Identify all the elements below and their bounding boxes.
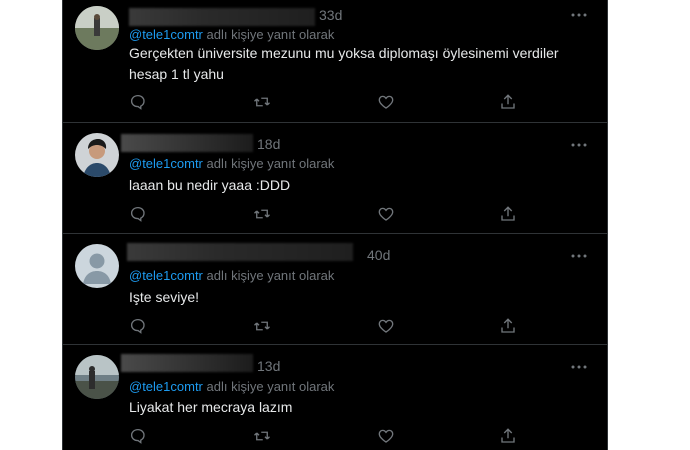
avatar[interactable] xyxy=(75,6,119,50)
share-icon[interactable] xyxy=(499,205,517,223)
reply-suffix: adlı kişiye yanıt olarak xyxy=(202,27,335,42)
tweet-actions xyxy=(129,317,529,337)
tweet-text: laaan bu nedir yaaa :DDD xyxy=(129,177,291,193)
tweet-text: Işte seviye! xyxy=(129,289,200,305)
tweet[interactable]: 33d @tele1comtr adlı kişiye yanıt olarak… xyxy=(63,0,607,123)
tweet-text: Liyakat her mecraya lazım xyxy=(129,399,293,415)
tweet-timestamp[interactable]: 18d xyxy=(257,136,280,152)
reply-handle-link[interactable]: @tele1comtr xyxy=(129,268,203,283)
retweet-icon[interactable] xyxy=(253,205,271,223)
reply-icon[interactable] xyxy=(129,93,147,111)
tweet-timestamp[interactable]: 13d xyxy=(257,358,280,374)
share-icon[interactable] xyxy=(499,93,517,111)
retweet-icon[interactable] xyxy=(253,317,271,335)
reply-handle-link[interactable]: @tele1comtr xyxy=(129,379,203,394)
retweet-icon[interactable] xyxy=(253,93,271,111)
replying-to: @tele1comtr adlı kişiye yanıt olarak xyxy=(129,156,334,171)
avatar[interactable] xyxy=(75,133,119,177)
reply-feed: 33d @tele1comtr adlı kişiye yanıt olarak… xyxy=(62,0,608,450)
tweet[interactable]: 18d @tele1comtr adlı kişiye yanıt olarak… xyxy=(63,123,607,234)
heart-icon[interactable] xyxy=(377,317,395,335)
reply-icon[interactable] xyxy=(129,427,147,445)
retweet-icon[interactable] xyxy=(253,427,271,445)
reply-icon[interactable] xyxy=(129,317,147,335)
more-horizontal-icon[interactable] xyxy=(569,138,589,150)
tweet-actions xyxy=(129,93,529,113)
reply-suffix: adlı kişiye yanıt olarak xyxy=(202,156,335,171)
heart-icon[interactable] xyxy=(377,93,395,111)
share-icon[interactable] xyxy=(499,317,517,335)
reply-handle-link[interactable]: @tele1comtr xyxy=(129,156,203,171)
replying-to: @tele1comtr adlı kişiye yanıt olarak xyxy=(129,268,334,283)
blurred-username[interactable] xyxy=(129,8,315,26)
heart-icon[interactable] xyxy=(377,205,395,223)
tweet[interactable]: 13d @tele1comtr adlı kişiye yanıt olarak… xyxy=(63,345,607,450)
blurred-username[interactable] xyxy=(121,134,253,152)
replying-to: @tele1comtr adlı kişiye yanıt olarak xyxy=(129,379,334,394)
reply-suffix: adlı kişiye yanıt olarak xyxy=(202,268,335,283)
tweet-text: Gerçekten üniversite mezunu mu yoksa dip… xyxy=(129,45,559,82)
tweet[interactable]: 40d @tele1comtr adlı kişiye yanıt olarak… xyxy=(63,234,607,345)
more-horizontal-icon[interactable] xyxy=(569,249,589,261)
heart-icon[interactable] xyxy=(377,427,395,445)
tweet-timestamp[interactable]: 40d xyxy=(367,247,390,263)
replying-to: @tele1comtr adlı kişiye yanıt olarak xyxy=(129,27,334,42)
tweet-actions xyxy=(129,427,529,447)
reply-suffix: adlı kişiye yanıt olarak xyxy=(202,379,335,394)
avatar[interactable] xyxy=(75,355,119,399)
more-horizontal-icon[interactable] xyxy=(569,8,589,20)
reply-handle-link[interactable]: @tele1comtr xyxy=(129,27,203,42)
reply-icon[interactable] xyxy=(129,205,147,223)
tweet-timestamp[interactable]: 33d xyxy=(319,7,342,23)
more-horizontal-icon[interactable] xyxy=(569,360,589,372)
avatar[interactable] xyxy=(75,244,119,288)
blurred-username[interactable] xyxy=(121,354,253,372)
blurred-username[interactable] xyxy=(127,243,353,261)
share-icon[interactable] xyxy=(499,427,517,445)
tweet-actions xyxy=(129,205,529,225)
